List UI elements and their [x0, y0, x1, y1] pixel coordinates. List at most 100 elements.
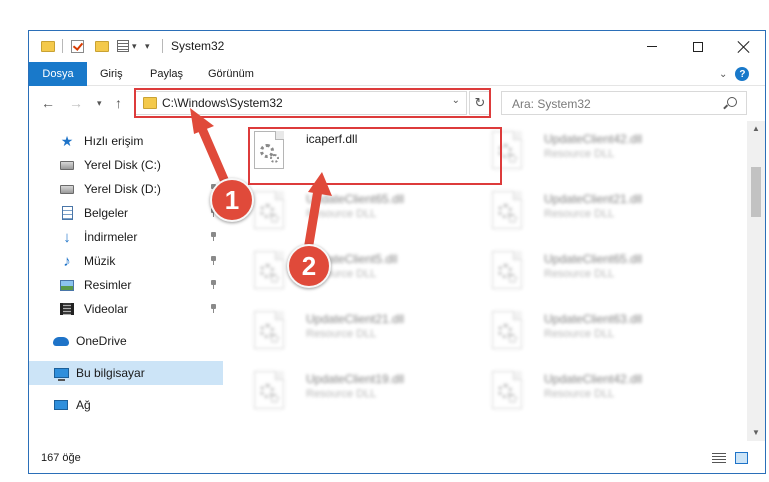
file-item[interactable]: UpdateClient5.dll Resource DLL	[234, 247, 474, 297]
documents-icon	[59, 205, 75, 221]
file-type: Resource DLL	[544, 208, 615, 220]
file-item[interactable]: UpdateClient21.dll Resource DLL	[472, 187, 712, 237]
sidebar-item-documents[interactable]: Belgeler	[29, 201, 223, 225]
close-button[interactable]	[721, 31, 765, 62]
close-icon	[738, 41, 750, 53]
sidebar-item-label: Ağ	[76, 398, 91, 412]
file-name: UpdateClient65.dll	[544, 252, 643, 266]
folder-icon	[41, 38, 55, 54]
sidebar-item-label: Hızlı erişim	[84, 134, 144, 148]
network-icon	[53, 397, 69, 413]
sidebar-item-local-disk-c[interactable]: Yerel Disk (C:)	[29, 153, 223, 177]
file-type: Resource DLL	[306, 328, 377, 340]
file-type: Resource DLL	[544, 328, 615, 340]
recent-locations-icon[interactable]: ▾	[97, 98, 102, 109]
dll-file-icon	[254, 311, 284, 349]
dll-file-icon	[492, 311, 522, 349]
address-highlight-box	[134, 88, 491, 118]
computer-icon	[53, 365, 69, 381]
drive-icon	[59, 181, 75, 197]
sidebar-item-quick-access[interactable]: ★ Hızlı erişim	[29, 129, 223, 153]
file-name: UpdateClient63.dll	[544, 312, 643, 326]
minimize-icon	[647, 46, 657, 47]
back-arrow-icon[interactable]: ←	[41, 95, 55, 111]
up-arrow-icon[interactable]: ↑	[115, 95, 122, 111]
title-bar: ▾ ▾ System32	[29, 31, 765, 62]
sidebar-item-music[interactable]: ♪ Müzik	[29, 249, 223, 273]
search-placeholder: Ara: System32	[512, 97, 591, 111]
pin-icon[interactable]	[210, 256, 217, 265]
file-item[interactable]: UpdateClient63.dll Resource DLL	[472, 307, 712, 357]
help-icon[interactable]: ?	[735, 67, 750, 81]
sidebar-item-pictures[interactable]: Resimler	[29, 273, 223, 297]
sidebar-item-videos[interactable]: Videolar	[29, 297, 223, 321]
file-item[interactable]: UpdateClient42.dll Resource DLL	[472, 367, 712, 417]
sidebar-item-network[interactable]: Ağ	[29, 393, 223, 417]
toolbar-separator	[62, 38, 63, 54]
file-name: UpdateClient65.dll	[306, 192, 405, 206]
file-type: Resource DLL	[306, 208, 377, 220]
tab-share[interactable]: Paylaş	[150, 62, 183, 86]
sidebar-item-label: Yerel Disk (C:)	[84, 158, 161, 172]
step-badge-2: 2	[287, 244, 331, 288]
maximize-icon	[693, 41, 703, 52]
search-input[interactable]: Ara: System32	[501, 91, 747, 115]
file-highlight-box	[248, 127, 502, 185]
new-folder-icon[interactable]	[95, 38, 109, 54]
sidebar-item-downloads[interactable]: ↓ İndirmeler	[29, 225, 223, 249]
scroll-down-icon[interactable]: ▼	[747, 425, 765, 441]
sidebar-item-label: İndirmeler	[84, 230, 138, 244]
vertical-scrollbar[interactable]: ▲ ▼	[747, 121, 765, 441]
window-title: System32	[171, 39, 225, 53]
tab-file[interactable]: Dosya	[29, 62, 87, 86]
file-type: Resource DLL	[544, 148, 615, 160]
sidebar-item-label: Bu bilgisayar	[76, 366, 145, 380]
customize-toolbar-icon[interactable]: ▾	[145, 38, 150, 54]
dll-file-icon	[254, 371, 284, 409]
file-item[interactable]: UpdateClient19.dll Resource DLL	[234, 367, 474, 417]
pin-icon[interactable]	[210, 232, 217, 241]
large-icons-view-icon[interactable]	[735, 452, 748, 464]
sidebar-item-label: Resimler	[84, 278, 132, 292]
star-icon: ★	[60, 132, 74, 149]
expand-ribbon-icon[interactable]: ⌄	[719, 69, 727, 80]
sidebar-item-this-pc[interactable]: Bu bilgisayar	[29, 361, 223, 385]
maximize-button[interactable]	[675, 31, 721, 62]
pictures-icon	[59, 277, 75, 293]
file-name: UpdateClient19.dll	[306, 372, 405, 386]
sidebar-item-onedrive[interactable]: OneDrive	[29, 329, 223, 353]
file-type: Resource DLL	[544, 388, 615, 400]
sidebar-item-local-disk-d[interactable]: Yerel Disk (D:)	[29, 177, 223, 201]
file-type: Resource DLL	[544, 268, 615, 280]
cloud-icon	[53, 333, 69, 349]
sidebar-item-label: Yerel Disk (D:)	[84, 182, 161, 196]
details-view-icon[interactable]	[712, 453, 726, 464]
ribbon-tabs: Dosya Giriş Paylaş Görünüm ⌄ ?	[29, 62, 765, 86]
dll-file-icon	[254, 191, 284, 229]
minimize-button[interactable]	[629, 31, 675, 62]
scroll-up-icon[interactable]: ▲	[747, 121, 765, 137]
file-name: UpdateClient42.dll	[544, 132, 643, 146]
pin-icon[interactable]	[210, 280, 217, 289]
chevron-down-icon[interactable]: ▾	[132, 38, 137, 54]
tab-home[interactable]: Giriş	[100, 62, 123, 86]
pin-icon[interactable]	[210, 304, 217, 313]
download-icon: ↓	[63, 228, 71, 246]
properties-icon[interactable]	[117, 38, 129, 54]
file-type: Resource DLL	[306, 388, 377, 400]
file-item[interactable]: UpdateClient65.dll Resource DLL	[234, 187, 474, 237]
sidebar-item-label: OneDrive	[76, 334, 127, 348]
file-item[interactable]: UpdateClient65.dll Resource DLL	[472, 247, 712, 297]
scroll-thumb[interactable]	[751, 167, 761, 217]
file-item[interactable]: UpdateClient42.dll Resource DLL	[472, 127, 712, 177]
dll-file-icon	[492, 191, 522, 229]
sidebar-item-label: Müzik	[84, 254, 116, 268]
file-item[interactable]: UpdateClient21.dll Resource DLL	[234, 307, 474, 357]
videos-icon	[59, 301, 75, 317]
sidebar-item-label: Belgeler	[84, 206, 129, 220]
tab-view[interactable]: Görünüm	[208, 62, 254, 86]
dll-file-icon	[492, 371, 522, 409]
toolbar-separator	[162, 38, 163, 54]
properties-check-icon[interactable]	[71, 38, 84, 54]
forward-arrow-icon[interactable]: →	[69, 95, 83, 111]
